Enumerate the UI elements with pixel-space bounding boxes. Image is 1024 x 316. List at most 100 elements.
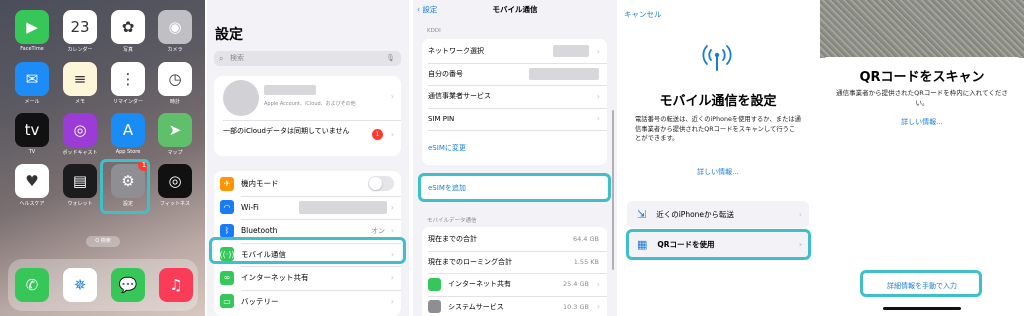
esim-add-button[interactable]: eSIMを追加 (422, 175, 607, 200)
app-label: カメラ (167, 47, 183, 53)
calendar-icon[interactable]: 23 (63, 10, 97, 44)
chevron-right-icon: › (390, 296, 394, 306)
qr-code-label: QRコードを使用 (657, 240, 715, 249)
settings-row-value: オン (371, 226, 385, 235)
app-glyph: 23 (70, 18, 90, 36)
app-label: フィットネス (160, 201, 190, 207)
home-indicator (883, 307, 961, 310)
settings-row[interactable]: ∞ インターネット共有 › (214, 266, 401, 289)
safari-icon[interactable]: ✵ (63, 268, 97, 302)
usage-row-label: 現在までの合計 (428, 235, 477, 243)
more-info-link[interactable]: 詳しい情報... (617, 167, 819, 177)
fitness-icon[interactable]: ◎ (158, 164, 192, 198)
camera-icon[interactable]: ◉ (158, 10, 192, 44)
chevron-right-icon: › (596, 302, 600, 311)
nav-title: モバイル通信 (492, 5, 538, 14)
reminders-icon[interactable]: ⋮ (111, 62, 145, 96)
appstore-icon[interactable]: A (111, 113, 145, 147)
bluetooth-icon: ᛒ (220, 223, 234, 238)
carrier-row-label: 通信事業者サービス (428, 92, 491, 100)
manual-entry-link[interactable]: 詳細情報を手動で入力 (820, 281, 1024, 291)
podcasts-icon[interactable]: ◎ (63, 113, 97, 147)
wallet-icon[interactable]: ▤ (63, 164, 97, 198)
scan-instructions: 通信事業者から提供されたQRコードを枠内に入れてください。 (836, 89, 1008, 107)
music-icon[interactable]: ♫ (159, 268, 193, 302)
facetime-icon[interactable]: ▶ (15, 10, 49, 44)
icloud-notice[interactable]: 一部のiCloudデータは同期していません (223, 126, 353, 137)
hotspot-icon (428, 277, 441, 291)
clock-icon[interactable]: ◷ (158, 62, 192, 96)
app-label: メモ (74, 99, 85, 105)
esim-change-button[interactable]: eSIMに変更 (422, 137, 607, 159)
notes-icon[interactable]: ≡ (63, 62, 97, 96)
photos-icon[interactable]: ✿ (111, 10, 145, 44)
usage-row: 現在までのローミング合計 1.55 KB (422, 251, 607, 273)
mail-icon[interactable]: ✉ (15, 62, 49, 96)
search-icon: ⌕ (219, 54, 224, 63)
microphone-icon[interactable]: 🎙 (386, 51, 395, 66)
usage-row-value: 1.55 KB (573, 257, 599, 266)
settings-row[interactable]: ▭ バッテリー › (214, 290, 401, 313)
search-placeholder: 検索 (230, 54, 244, 62)
nav-bar: ‹ 設定 モバイル通信 (413, 0, 617, 18)
transfer-icon: ⇲ (637, 208, 647, 221)
wifi-icon: ◠ (220, 200, 234, 214)
settings-row[interactable]: ✈ 機内モード (214, 172, 401, 195)
usage-row-value: 25.4 GB (562, 280, 589, 288)
settings-row[interactable]: ((·)) モバイル通信 › (214, 243, 401, 266)
home-screen: ▶ FaceTime 23 カレンダー ✿ 写真 ◉ カメラ ✉ メール ≡ メモ ⋮ リマインダー ◷ 時計… (0, 0, 205, 316)
chevron-right-icon: › (390, 226, 394, 235)
app-glyph: ⋮ (120, 70, 136, 88)
more-info-link[interactable]: 詳しい情報... (820, 117, 1024, 127)
app-glyph: ➤ (168, 121, 182, 139)
settings-list: ✈ 機内モード ◠ Wi-Fi › ᛒ Bluetooth オン › ((·)) モバイル通信 › ∞ イ… (214, 171, 401, 316)
usage-row[interactable]: インターネット共有 25.4 GB › (422, 273, 607, 295)
usage-card: 現在までの合計 64.4 GB 現在までのローミング合計 1.55 KB インターネット… (422, 227, 607, 316)
app-label: FaceTime (20, 46, 44, 52)
scrollbar[interactable] (612, 110, 614, 270)
usage-row-label: システムサービス (448, 302, 504, 311)
qr-code-option[interactable]: ▦ QRコードを使用 › (627, 231, 809, 258)
messages-icon[interactable]: 💬 (111, 268, 145, 302)
health-icon[interactable]: ♥ (15, 164, 49, 198)
settings-row[interactable]: ᛒ Bluetooth オン › (214, 219, 401, 242)
carrier-row[interactable]: SIM PIN › (422, 108, 607, 130)
app-glyph: ✵ (73, 276, 87, 294)
carrier-row[interactable]: ネットワーク選択 › (422, 40, 607, 62)
app-label: ウォレット (67, 201, 93, 207)
search-input[interactable]: ⌕ 検索 🎙 (214, 51, 401, 66)
setup-description: 電話番号の転送は、近くのiPhoneを使用するか、または通信事業者から提供された… (635, 116, 801, 142)
home-search-pill[interactable]: Q 検索 (86, 236, 120, 247)
data-header: モバイルデータ通信 (427, 218, 477, 224)
app-glyph: ◎ (168, 172, 182, 190)
airplane-toggle[interactable] (368, 176, 394, 191)
transfer-option[interactable]: ⇲ 近くのiPhoneから転送 › (627, 201, 809, 228)
carrier-row[interactable]: 自分の番号 (422, 63, 607, 85)
avatar (223, 80, 259, 116)
toggle-knob (369, 177, 382, 190)
carrier-row-label: SIM PIN (428, 114, 455, 123)
network-redacted (553, 45, 589, 57)
icon-glyph: ▭ (223, 296, 231, 306)
settings-row-label: バッテリー (241, 296, 279, 306)
system-gear-icon (428, 300, 441, 313)
tv-icon[interactable]: tv (15, 113, 49, 147)
cancel-button[interactable]: キャンセル (624, 9, 662, 20)
app-glyph: ♫ (169, 276, 183, 294)
account-card[interactable]: Apple Account、iCloud、およびその他 › 一部のiCloudデ… (214, 76, 401, 156)
app-glyph: ▶ (26, 18, 38, 36)
settings-row-label: インターネット共有 (241, 273, 309, 282)
camera-preview (820, 0, 1024, 58)
icon-glyph: ∞ (223, 273, 231, 282)
wifi-name-redacted (299, 200, 387, 214)
carrier-row[interactable]: 通信事業者サービス › (422, 85, 607, 107)
usage-row[interactable]: システムサービス 10.3 GB › (422, 296, 607, 316)
esim-add-card: eSIMを追加 (422, 175, 607, 200)
usage-row-label: インターネット共有 (448, 280, 511, 288)
app-glyph: tv (24, 121, 40, 139)
scan-screen: QRコードをスキャン 通信事業者から提供されたQRコードを枠内に入れてください。… (820, 0, 1024, 316)
settings-row-label: Bluetooth (241, 226, 278, 235)
phone-icon[interactable]: ✆ (15, 268, 49, 302)
settings-icon[interactable]: ⚙ 1 (111, 159, 150, 198)
maps-icon[interactable]: ➤ (158, 113, 192, 147)
